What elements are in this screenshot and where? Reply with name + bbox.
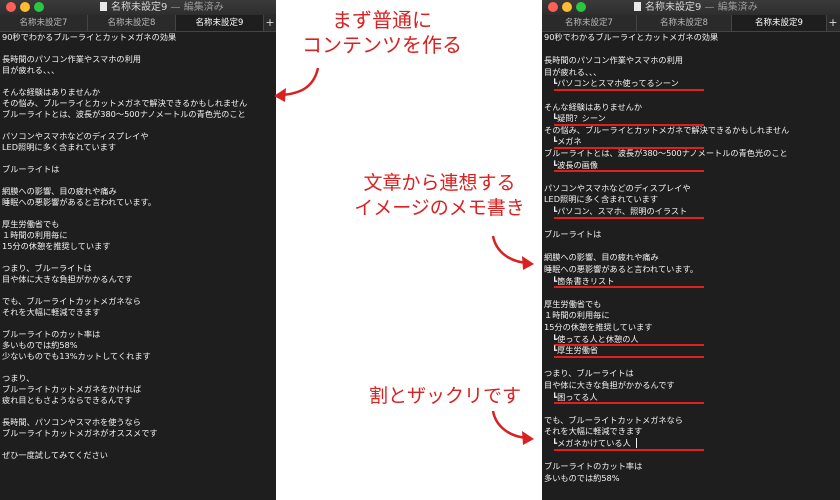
document-icon xyxy=(634,2,641,11)
annotation-image-memo: 文章から連想する イメージのメモ書き xyxy=(354,172,525,219)
text-line: LED照明に多く含まれています xyxy=(544,194,659,205)
tab-bar: 名称未設定7 名称未設定8 名称未設定9 + xyxy=(0,15,276,32)
title-bar: 名称未設定9 — 編集済み xyxy=(0,0,276,15)
text-line: ブルーライトカットメガネがオススメです xyxy=(2,428,158,438)
tab-untitled-8[interactable]: 名称未設定8 xyxy=(637,15,732,31)
tab-untitled-9[interactable]: 名称未設定9 xyxy=(176,15,264,31)
text-line: 厚生労働省でも xyxy=(2,219,60,229)
memo-line: ┗メガネかけている人 xyxy=(544,438,631,448)
text-line: つまり、ブルーライトは xyxy=(2,263,92,273)
editor-window-right: 名称未設定9 — 編集済み 名称未設定7 名称未設定8 名称未設定9 + 90秒… xyxy=(542,0,840,500)
text-line: 目や体に大きな負担がかかるんです xyxy=(2,274,133,284)
text-line: 目が疲れる、、、 xyxy=(544,66,602,77)
text-line: 網膜への影響、目の疲れや痛み xyxy=(544,252,659,263)
text-line: ブルーライトのカット率は xyxy=(544,461,643,472)
text-line: それを大幅に軽減できます xyxy=(544,426,643,437)
memo-line: ┗メガネ xyxy=(544,136,582,147)
text-line: 網膜への影響、目の疲れや痛み xyxy=(2,186,117,196)
text-line: 厚生労働省でも xyxy=(544,298,602,309)
memo-line: ┗パソコンとスマホ使ってるシーン xyxy=(544,78,679,89)
arrow-to-rough-memo-icon xyxy=(491,410,534,445)
text-line: 疲れ目ともさようならできるんです xyxy=(2,395,133,405)
editor-window-left: 名称未設定9 — 編集済み 名称未設定7 名称未設定8 名称未設定9 + 90秒… xyxy=(0,0,276,500)
text-cursor xyxy=(636,438,637,448)
text-line: その悩み、ブルーライとカットメガネで解決できるかもしれません xyxy=(544,124,790,135)
text-line: つまり、 xyxy=(2,373,35,383)
document-icon xyxy=(100,2,107,11)
text-line: ブルーライトとは、波長が380〜500ナノメートルの青色光のこと xyxy=(2,109,246,119)
memo-line: ┗厚生労働省 xyxy=(544,345,599,356)
text-line: ブルーライトは xyxy=(544,229,602,240)
new-tab-button[interactable]: + xyxy=(264,15,276,31)
text-line: でも、ブルーライトカットメガネなら xyxy=(544,414,683,425)
memo-underline xyxy=(554,355,704,358)
memo-underline xyxy=(554,216,704,219)
text-line: 長時間のパソコン作業やスマホの利用 xyxy=(544,55,683,66)
text-line: パソコンやスマホなどのディスプレイや xyxy=(2,131,149,141)
memo-line: ┗波長の画像 xyxy=(544,159,599,170)
minimize-window-button[interactable] xyxy=(562,2,572,12)
arrow-to-left-window-icon xyxy=(274,67,320,102)
text-editor-area[interactable]: 90秒でわかるブルーライとカットメガネの効果 長時間のパソコン作業やスマホの利用目… xyxy=(544,31,840,500)
text-line: LED照明に多く含まれています xyxy=(2,142,117,152)
window-title: 名称未設定9 — 編集済み xyxy=(634,0,758,15)
text-line: 長時間のパソコン作業やスマホの利用 xyxy=(2,54,141,64)
memo-underline xyxy=(554,402,704,405)
arrow-to-memo-icon xyxy=(491,235,534,270)
memo-underline xyxy=(554,286,704,289)
text-line: ぜひ一度試してみてください xyxy=(2,450,108,460)
text-line: 睡眠への悪影響があると言われています。 xyxy=(2,197,157,207)
text-line: ブルーライトカットメガネをかければ xyxy=(2,384,142,394)
text-line: 90秒でわかるブルーライとカットメガネの効果 xyxy=(544,32,719,42)
tab-untitled-7[interactable]: 名称未設定7 xyxy=(0,15,88,31)
text-line: それを大幅に軽減できます xyxy=(2,307,101,317)
text-line: 多いものでは約58% xyxy=(544,472,620,483)
tab-untitled-8[interactable]: 名称未設定8 xyxy=(88,15,176,31)
memo-line: ┗使ってる人と休憩の人 xyxy=(544,333,639,344)
memo-line: ┗疑問？シーン xyxy=(544,113,606,124)
memo-underline xyxy=(554,88,704,91)
text-line: パソコンやスマホなどのディスプレイや xyxy=(544,182,691,193)
text-line: 目や体に大きな負担がかかるんです xyxy=(544,380,675,390)
text-line: 少ないものでも13%カットしてくれます xyxy=(2,351,151,361)
memo-underline xyxy=(554,448,704,451)
text-line: ブルーライトのカット率は xyxy=(2,329,101,339)
new-tab-button[interactable]: + xyxy=(827,15,839,31)
text-line: 90秒でわかるブルーライとカットメガネの効果 xyxy=(2,32,177,42)
text-line: そんな経験はありませんか xyxy=(2,87,101,97)
tab-bar: 名称未設定7 名称未設定8 名称未設定9 + xyxy=(542,15,840,32)
text-line: ブルーライトは xyxy=(2,164,60,174)
zoom-window-button[interactable] xyxy=(34,2,44,12)
memo-line: ┗困ってる人 xyxy=(544,391,598,402)
close-window-button[interactable] xyxy=(548,2,558,12)
text-line: 15分の休憩を推奨しています xyxy=(544,322,653,332)
text-line: 多いものでは約58% xyxy=(2,340,78,350)
text-line: そんな経験はありませんか xyxy=(544,101,643,112)
title-bar: 名称未設定9 — 編集済み xyxy=(542,0,840,15)
text-line: 長時間、パソコンやスマホを使うなら xyxy=(2,417,141,427)
text-line: １時間の利用毎に xyxy=(2,230,68,240)
memo-underline xyxy=(554,170,704,173)
text-line: 睡眠への悪影響があると言われています。 xyxy=(544,264,699,274)
text-line: １時間の利用毎に xyxy=(544,310,610,321)
close-window-button[interactable] xyxy=(6,2,16,12)
memo-line: ┗パソコン、スマホ、照明のイラスト xyxy=(544,206,688,216)
tab-untitled-9[interactable]: 名称未設定9 xyxy=(732,15,827,31)
annotation-create-content: まず普通に コンテンツを作る xyxy=(302,8,462,57)
text-line: ブルーライトとは、波長が380〜500ナノメートルの青色光のこと xyxy=(544,148,788,158)
tab-untitled-7[interactable]: 名称未設定7 xyxy=(542,15,637,31)
text-editor-area[interactable]: 90秒でわかるブルーライとカットメガネの効果 長時間のパソコン作業やスマホの利用目… xyxy=(2,31,276,500)
memo-line: ┗箇条書きリスト xyxy=(544,275,615,286)
zoom-window-button[interactable] xyxy=(576,2,586,12)
text-line: つまり、ブルーライトは xyxy=(544,368,634,379)
window-title: 名称未設定9 — 編集済み xyxy=(100,0,224,15)
text-line: でも、ブルーライトカットメガネなら xyxy=(2,296,141,306)
text-line: その悩み、ブルーライとカットメガネで解決できるかもしれません xyxy=(2,98,248,108)
minimize-window-button[interactable] xyxy=(20,2,30,12)
text-line: 15分の休憩を推奨しています xyxy=(2,241,111,251)
text-line: 目が疲れる、、、 xyxy=(2,65,60,75)
